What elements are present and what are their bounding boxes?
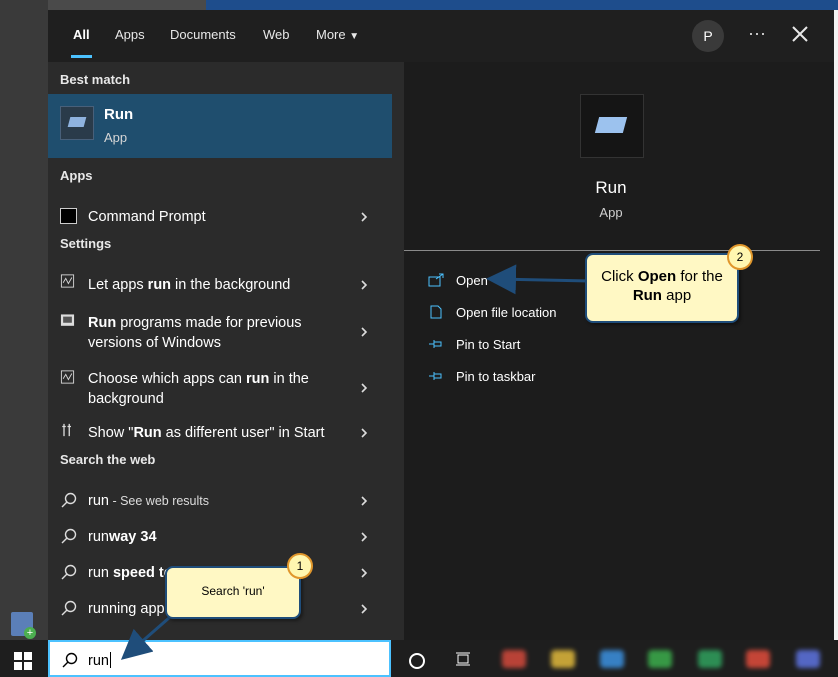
step-2-badge: 2	[727, 244, 753, 270]
callout-text: Click Open for the Run app	[601, 268, 723, 304]
callout-text: Search 'run'	[201, 584, 265, 598]
callout-open-run: Click Open for the Run app	[585, 253, 739, 323]
annotation-arrows	[120, 264, 591, 660]
step-1-badge: 1	[287, 553, 313, 579]
callout-search-run: Search 'run'	[165, 566, 301, 619]
callout-2-arrow	[486, 264, 591, 295]
